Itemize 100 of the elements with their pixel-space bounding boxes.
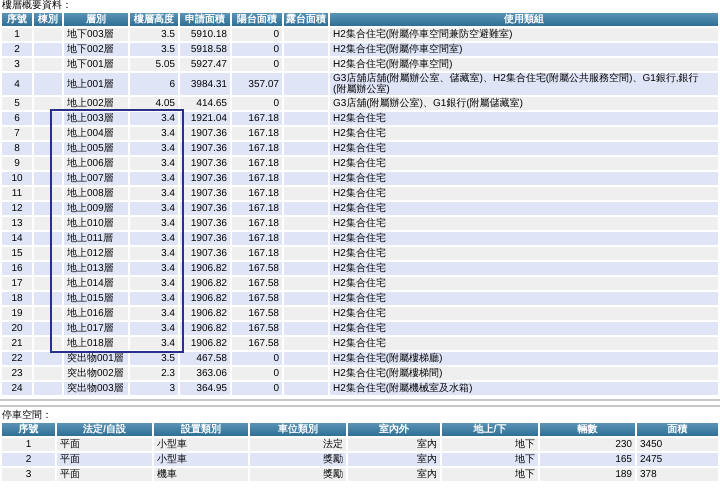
section-title: 樓層概要資料： bbox=[1, 0, 73, 11]
table-cell: 165 bbox=[539, 452, 636, 467]
table-cell: H2集合住宅 bbox=[329, 186, 719, 201]
section-title: 停車空間： bbox=[1, 410, 53, 421]
table-cell: 167.58 bbox=[231, 261, 283, 276]
table-cell: 357.07 bbox=[231, 72, 283, 96]
table-cell: 3.4 bbox=[129, 186, 179, 201]
table-cell: 5.05 bbox=[129, 57, 179, 72]
table-cell: H2集合住宅 bbox=[329, 126, 719, 141]
table-cell: 室內 bbox=[347, 467, 441, 482]
table-cell: 6 bbox=[129, 72, 179, 96]
table-cell: 167.18 bbox=[231, 216, 283, 231]
table-cell: G3店舖(附屬辦公室)、G1銀行(附屬儲藏室) bbox=[329, 96, 719, 111]
table-cell: 3.4 bbox=[129, 261, 179, 276]
table-cell: 363.06 bbox=[179, 366, 231, 381]
table-cell: 地上006層 bbox=[63, 156, 129, 171]
table-cell: 3.4 bbox=[129, 306, 179, 321]
table-cell: 0 bbox=[231, 96, 283, 111]
table-cell: 室內 bbox=[347, 452, 441, 467]
table-cell: 平面 bbox=[56, 467, 153, 482]
table-cell: 167.18 bbox=[231, 156, 283, 171]
table-cell: 167.58 bbox=[231, 306, 283, 321]
table-cell: H2集合住宅 bbox=[329, 246, 719, 261]
column-header: 層別 bbox=[63, 12, 129, 27]
table-cell: 167.18 bbox=[231, 186, 283, 201]
column-header: 設置類別 bbox=[153, 422, 249, 437]
table-cell: 5927.47 bbox=[179, 57, 231, 72]
table-cell: 3 bbox=[1, 57, 33, 72]
table-cell: 24 bbox=[1, 381, 33, 396]
table-cell: 18 bbox=[1, 291, 33, 306]
table-cell: 地上004層 bbox=[63, 126, 129, 141]
table-cell: 378 bbox=[636, 467, 719, 482]
table-cell: 13 bbox=[1, 216, 33, 231]
table-cell: 2 bbox=[1, 452, 56, 467]
table-cell: 0 bbox=[231, 381, 283, 396]
table-cell: 地下003層 bbox=[63, 27, 129, 42]
table-cell: 7 bbox=[1, 126, 33, 141]
table-cell: 10 bbox=[1, 171, 33, 186]
column-header: 陽台面積 bbox=[231, 12, 283, 27]
table-cell: H2集合住宅(附屬樓梯間) bbox=[329, 366, 719, 381]
table-cell: H2集合住宅 bbox=[329, 216, 719, 231]
table-cell: G3店舖店舖(附屬辦公室、儲藏室)、H2集合住宅(附屬公共服務空間)、G1銀行,銀行 (附屬辦公室) bbox=[329, 72, 719, 96]
table-cell: H2集合住宅 bbox=[329, 276, 719, 291]
table-cell: 地上015層 bbox=[63, 291, 129, 306]
table-cell: 法定 bbox=[249, 437, 347, 452]
table-cell: 小型車 bbox=[153, 437, 249, 452]
table-cell: H2集合住宅 bbox=[329, 291, 719, 306]
table-cell: 3 bbox=[129, 381, 179, 396]
table-cell: 地上008層 bbox=[63, 186, 129, 201]
table-cell: 167.18 bbox=[231, 201, 283, 216]
table-cell: H2集合住宅(附屬停車空間室) bbox=[329, 42, 719, 57]
table-cell: 167.18 bbox=[231, 171, 283, 186]
column-header: 序號 bbox=[1, 422, 56, 437]
column-header: 樓層高度 bbox=[129, 12, 179, 27]
table-cell: 19 bbox=[1, 306, 33, 321]
table-cell: 167.58 bbox=[231, 276, 283, 291]
table-cell: 15 bbox=[1, 246, 33, 261]
table-cell: 167.18 bbox=[231, 111, 283, 126]
table-cell: 3.4 bbox=[129, 171, 179, 186]
table-cell: H2集合住宅 bbox=[329, 261, 719, 276]
table-cell: 3.4 bbox=[129, 321, 179, 336]
table-cell: 189 bbox=[539, 467, 636, 482]
table-cell: 167.18 bbox=[231, 126, 283, 141]
table-cell: 4 bbox=[1, 72, 33, 96]
table-cell: 167.18 bbox=[231, 246, 283, 261]
table-cell: 167.18 bbox=[231, 231, 283, 246]
table-cell: 突出物003層 bbox=[63, 381, 129, 396]
table-cell: 地上003層 bbox=[63, 111, 129, 126]
table-cell: 9 bbox=[1, 156, 33, 171]
table-cell: 地上009層 bbox=[63, 201, 129, 216]
table-cell: 機車 bbox=[153, 467, 249, 482]
table-cell: 3450 bbox=[636, 437, 719, 452]
table-cell: 地下 bbox=[441, 467, 539, 482]
table-cell: H2集合住宅(附屬樓梯廳) bbox=[329, 351, 719, 366]
table-cell: 0 bbox=[231, 366, 283, 381]
table-cell: H2集合住宅 bbox=[329, 231, 719, 246]
column-header: 車位類別 bbox=[249, 422, 347, 437]
column-header: 露台面積 bbox=[283, 12, 329, 27]
table-cell: H2集合住宅 bbox=[329, 336, 719, 351]
table-cell: H2集合住宅 bbox=[329, 306, 719, 321]
table-cell: 3.4 bbox=[129, 276, 179, 291]
table-cell: 地上014層 bbox=[63, 276, 129, 291]
table-cell: 地下002層 bbox=[63, 42, 129, 57]
table-cell: 167.58 bbox=[231, 336, 283, 351]
column-header: 室內外 bbox=[347, 422, 441, 437]
column-header: 使用類組 bbox=[329, 12, 719, 27]
table-cell: 14 bbox=[1, 231, 33, 246]
table-cell: 230 bbox=[539, 437, 636, 452]
table-cell: 0 bbox=[231, 42, 283, 57]
table-cell: 室內 bbox=[347, 437, 441, 452]
table-cell: 地下 bbox=[441, 452, 539, 467]
table-cell: 23 bbox=[1, 366, 33, 381]
table-cell: 167.58 bbox=[231, 291, 283, 306]
table-cell: 5918.58 bbox=[179, 42, 231, 57]
table-cell: 414.65 bbox=[179, 96, 231, 111]
table-cell: 5 bbox=[1, 96, 33, 111]
table-cell: 3.4 bbox=[129, 216, 179, 231]
table-cell: 獎勵 bbox=[249, 452, 347, 467]
table-cell: H2集合住宅(附屬機械室及水箱) bbox=[329, 381, 719, 396]
table-cell: H2集合住宅 bbox=[329, 156, 719, 171]
